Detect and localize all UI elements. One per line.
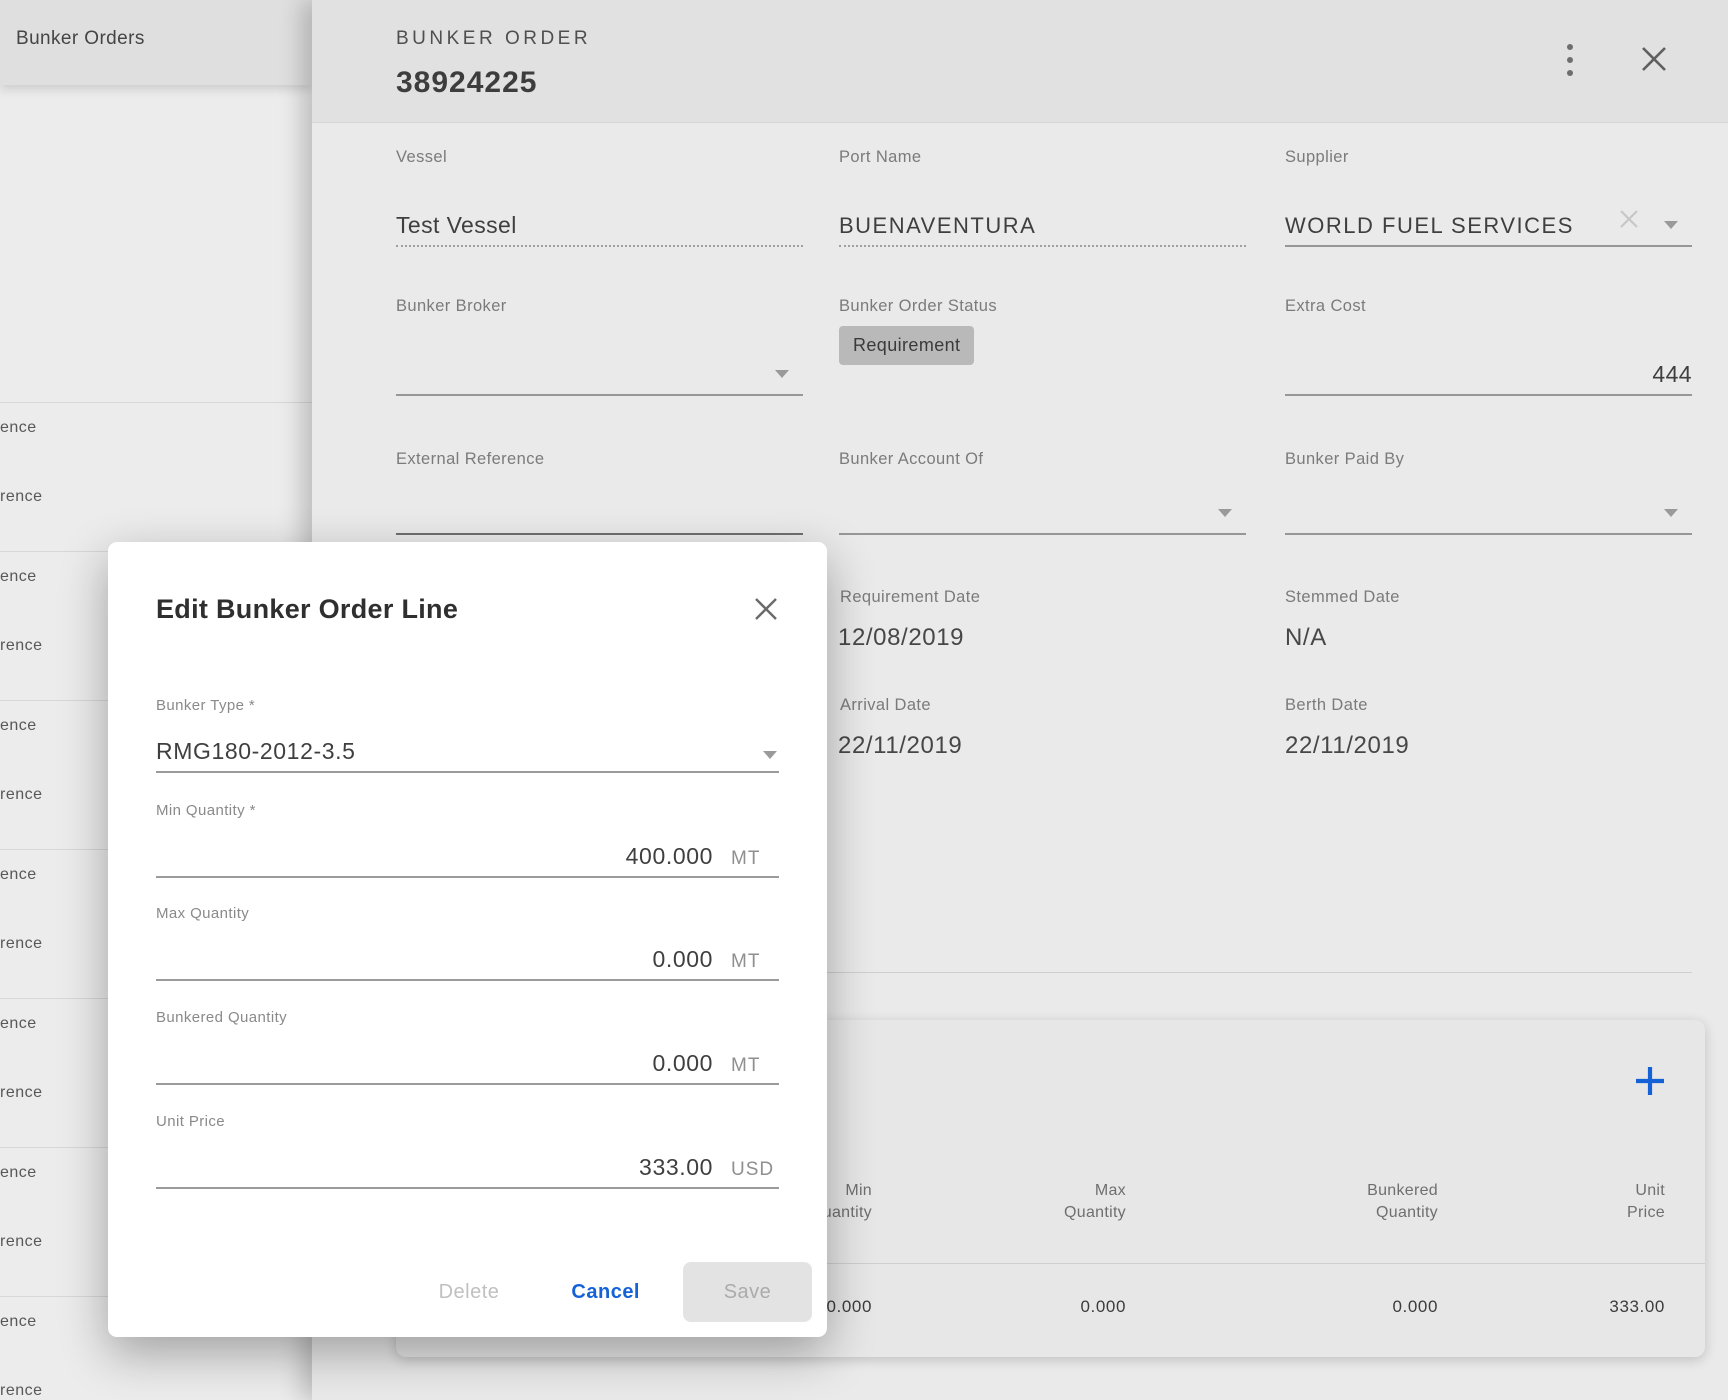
supplier-dropdown-icon[interactable] [1664, 221, 1678, 229]
supplier-label: Supplier [1285, 148, 1349, 167]
list-item-text: ence [0, 568, 37, 586]
stemmed-date-label: Stemmed Date [1285, 588, 1400, 607]
bunker-account-of-dropdown-icon[interactable] [1218, 509, 1232, 517]
requirement-date-label: Requirement Date [840, 588, 980, 607]
bunker-broker-field[interactable]: Bunker Broker [396, 297, 803, 396]
bunker-paid-by-label: Bunker Paid By [1285, 450, 1404, 469]
delete-button[interactable]: Delete [439, 1281, 500, 1304]
more-options-icon[interactable] [1556, 42, 1584, 80]
cell-max-quantity: 0.000 [906, 1297, 1126, 1317]
bunker-orders-header: Bunker Orders [0, 0, 312, 85]
requirement-date-value: 12/08/2019 [838, 624, 964, 652]
column-header-bunkered-quantity: BunkeredQuantity [1218, 1180, 1438, 1224]
list-item-text: rence [0, 1084, 43, 1102]
bunkered-quantity-input[interactable]: Bunkered Quantity 0.000 MT [156, 1009, 779, 1085]
extra-cost-field[interactable]: Extra Cost 444 [1285, 297, 1692, 396]
bunker-type-value: RMG180-2012-3.5 [156, 738, 356, 765]
list-item-text: ence [0, 717, 37, 735]
list-item-text: rence [0, 637, 43, 655]
supplier-field[interactable]: Supplier WORLD FUEL SERVICES [1285, 148, 1692, 247]
min-quantity-label: Min Quantity * [156, 802, 256, 819]
cell-bunkered-quantity: 0.000 [1218, 1297, 1438, 1317]
berth-date-value: 22/11/2019 [1285, 732, 1409, 760]
bunker-account-of-label: Bunker Account Of [839, 450, 983, 469]
extra-cost-value: 444 [1652, 361, 1692, 388]
bunkered-quantity-value: 0.000 [652, 1050, 713, 1077]
status-badge: Requirement [839, 326, 974, 365]
list-item-text: ence [0, 866, 37, 884]
list-item-text: ence [0, 419, 37, 437]
port-name-field[interactable]: Port Name BUENAVENTURA [839, 148, 1246, 247]
list-item-text: rence [0, 786, 43, 804]
external-reference-label: External Reference [396, 450, 544, 469]
bunker-paid-by-field[interactable]: Bunker Paid By [1285, 450, 1692, 535]
arrival-date-value: 22/11/2019 [838, 732, 962, 760]
cancel-button[interactable]: Cancel [571, 1281, 640, 1304]
max-quantity-value: 0.000 [652, 946, 713, 973]
modal-title: Edit Bunker Order Line [156, 594, 458, 625]
close-icon[interactable] [1638, 43, 1670, 75]
bunkered-quantity-unit: MT [731, 1055, 779, 1077]
bunkered-quantity-label: Bunkered Quantity [156, 1009, 287, 1026]
bunker-paid-by-dropdown-icon[interactable] [1664, 509, 1678, 517]
port-name-value: BUENAVENTURA [839, 213, 1036, 239]
vessel-value: Test Vessel [396, 212, 517, 239]
max-quantity-unit: MT [731, 951, 779, 973]
supplier-value: WORLD FUEL SERVICES [1285, 213, 1574, 239]
add-line-button[interactable] [1633, 1064, 1667, 1098]
max-quantity-label: Max Quantity [156, 905, 249, 922]
list-item-text: ence [0, 1313, 37, 1331]
unit-price-value: 333.00 [639, 1154, 713, 1181]
list-item-text: rence [0, 1233, 43, 1251]
bunker-type-select[interactable]: Bunker Type * RMG180-2012-3.5 [156, 697, 779, 773]
column-header-unit-price: UnitPrice [1445, 1180, 1665, 1224]
min-quantity-value: 400.000 [626, 843, 713, 870]
vessel-label: Vessel [396, 148, 447, 167]
clear-supplier-icon[interactable] [1618, 208, 1640, 235]
min-quantity-input[interactable]: Min Quantity * 400.000 MT [156, 802, 779, 878]
extra-cost-label: Extra Cost [1285, 297, 1366, 316]
unit-price-input[interactable]: Unit Price 333.00 USD [156, 1113, 779, 1189]
bunker-account-of-field[interactable]: Bunker Account Of [839, 450, 1246, 535]
bunker-order-status-field: Bunker Order Status Requirement [839, 297, 1246, 396]
list-item-text: ence [0, 1015, 37, 1033]
modal-actions: Delete Cancel Save [439, 1262, 812, 1322]
vessel-field[interactable]: Vessel Test Vessel [396, 148, 803, 247]
bunker-type-dropdown-icon[interactable] [763, 751, 777, 759]
list-item-text: rence [0, 935, 43, 953]
unit-price-label: Unit Price [156, 1113, 225, 1130]
save-button[interactable]: Save [683, 1262, 812, 1322]
detail-header-label: BUNKER ORDER [396, 28, 591, 50]
detail-header: BUNKER ORDER 38924225 [312, 0, 1728, 123]
modal-close-icon[interactable] [751, 594, 781, 624]
bunker-order-status-label: Bunker Order Status [839, 297, 997, 316]
max-quantity-input[interactable]: Max Quantity 0.000 MT [156, 905, 779, 981]
bunker-type-label: Bunker Type * [156, 697, 255, 714]
list-item[interactable]: ence rence [0, 402, 312, 551]
bunker-broker-dropdown-icon[interactable] [775, 370, 789, 378]
list-item-text: ence [0, 1164, 37, 1182]
column-header-max-quantity: MaxQuantity [906, 1180, 1126, 1224]
screen: ence rence ence rence ence rence ence re… [0, 0, 1728, 1400]
arrival-date-label: Arrival Date [840, 696, 931, 715]
port-name-label: Port Name [839, 148, 921, 167]
unit-price-currency: USD [731, 1159, 779, 1181]
list-item-text: rence [0, 1382, 43, 1400]
berth-date-label: Berth Date [1285, 696, 1368, 715]
min-quantity-unit: MT [731, 848, 779, 870]
page-title: Bunker Orders [16, 28, 145, 50]
external-reference-field[interactable]: External Reference [396, 450, 803, 535]
edit-bunker-order-line-modal: Edit Bunker Order Line Bunker Type * RMG… [108, 542, 827, 1337]
order-id: 38924225 [396, 66, 537, 100]
stemmed-date-value: N/A [1285, 624, 1327, 652]
bunker-broker-label: Bunker Broker [396, 297, 507, 316]
cell-unit-price: 333.00 [1445, 1297, 1665, 1317]
list-item-text: rence [0, 488, 43, 506]
